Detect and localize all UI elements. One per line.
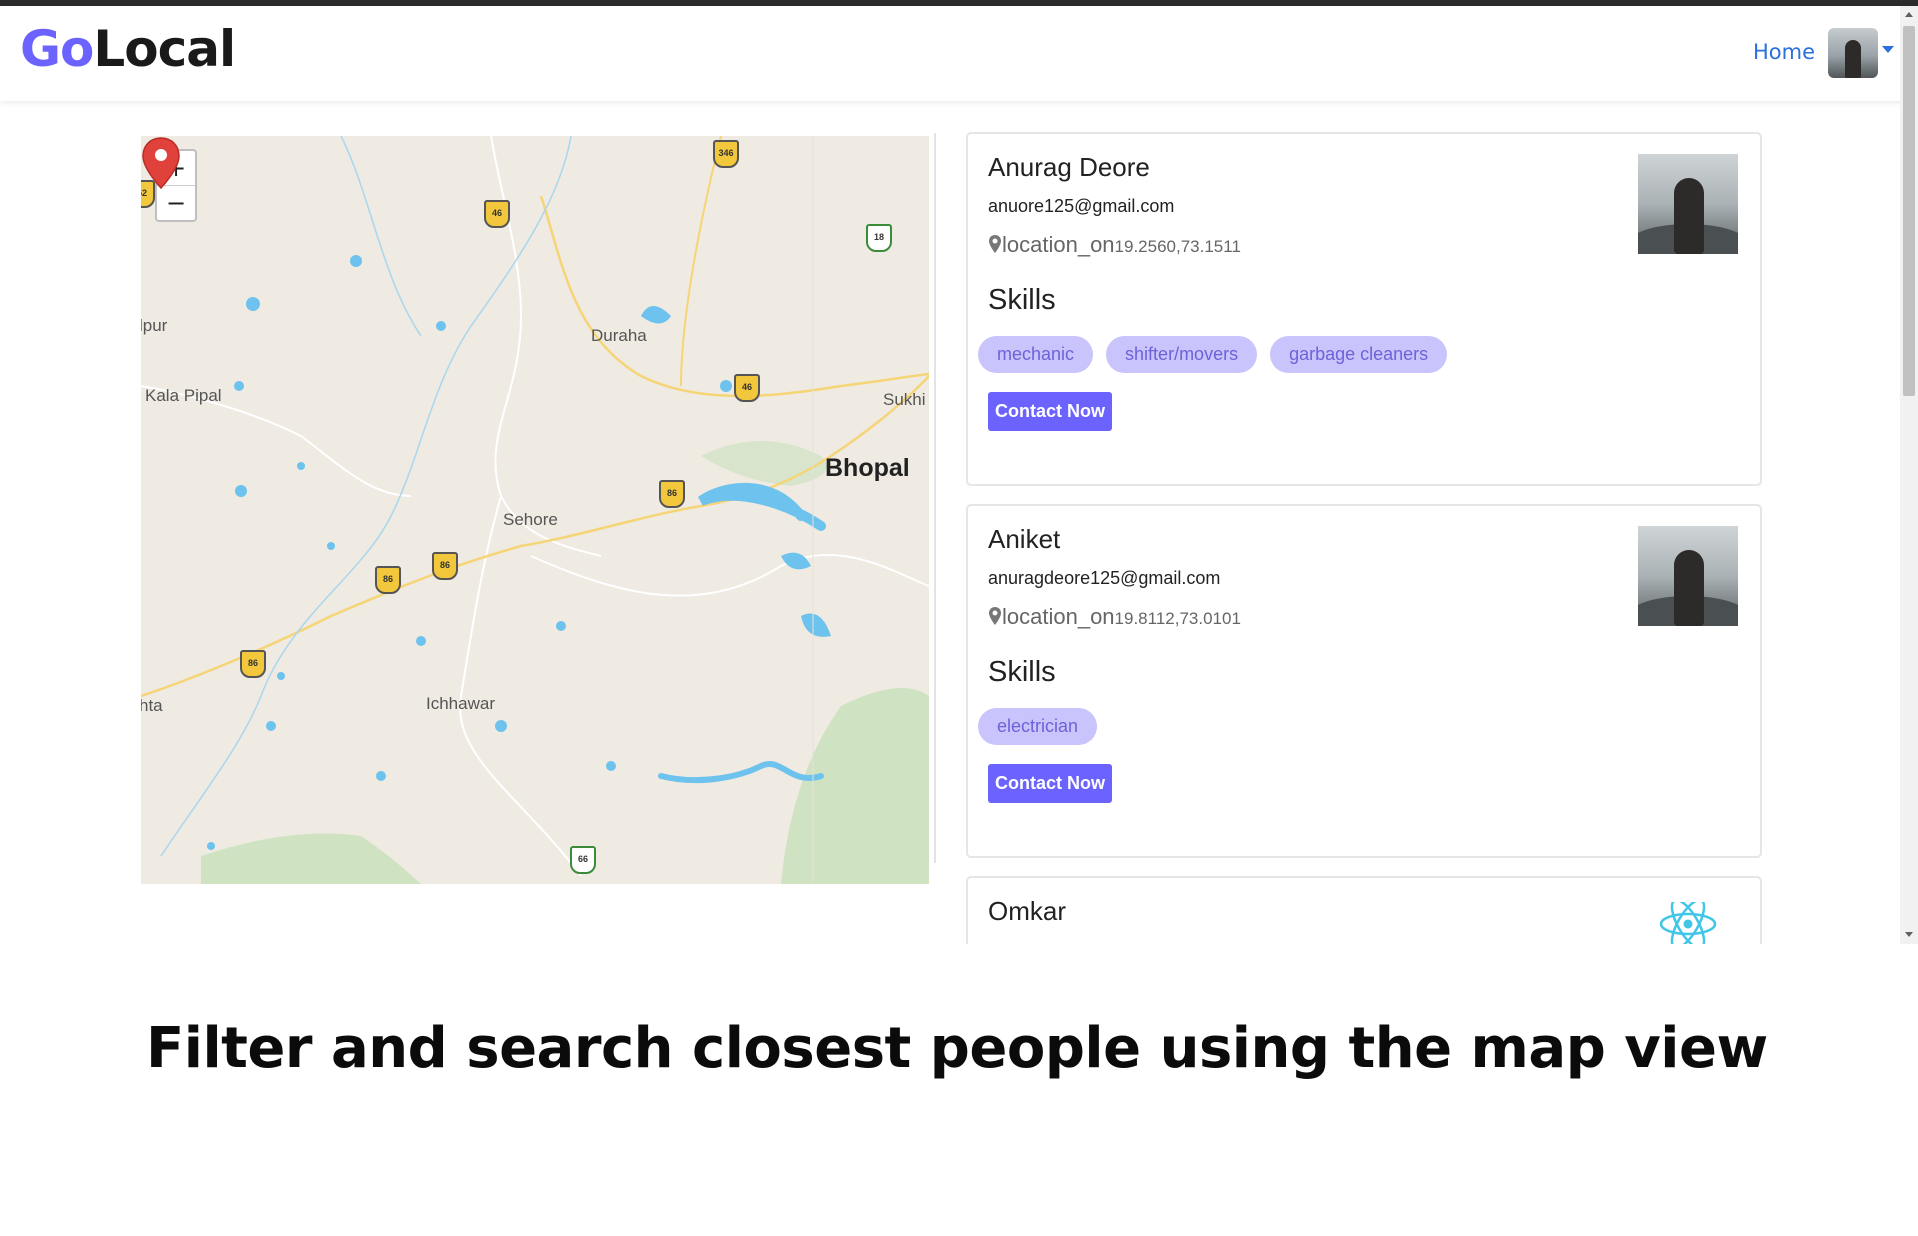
contact-now-button[interactable]: Contact Now xyxy=(988,764,1112,803)
highway-shield-icon: 46 xyxy=(484,200,510,228)
person-card: Anurag Deore anuore125@gmail.com locatio… xyxy=(966,132,1762,486)
person-photo xyxy=(1638,526,1738,626)
highway-shield-icon: 18 xyxy=(866,224,892,252)
location-icon-text: location_on xyxy=(1002,604,1115,629)
highway-shield-icon: 86 xyxy=(659,480,685,508)
highway-shield-icon: 346 xyxy=(713,140,739,168)
map-label-city: Bhopal xyxy=(825,454,910,482)
scroll-down-icon[interactable] xyxy=(1905,932,1913,937)
location-icon xyxy=(989,607,1001,625)
chevron-down-icon[interactable] xyxy=(1882,46,1894,53)
card-clip: Omkar xyxy=(966,876,1762,944)
location-coords: 19.2560,73.1511 xyxy=(1114,237,1241,256)
react-logo-icon xyxy=(1659,902,1717,944)
page-scrollbar[interactable] xyxy=(1900,6,1918,944)
person-name: Anurag Deore xyxy=(988,152,1150,182)
skill-chip[interactable]: electrician xyxy=(978,708,1098,745)
skills-list: mechanic shifter/movers garbage cleaners xyxy=(978,336,1448,373)
map-label: Sukhi xyxy=(883,390,926,409)
map-label: Sehore xyxy=(503,510,558,529)
highway-shield-icon: 86 xyxy=(432,552,458,580)
person-email: anuore125@gmail.com xyxy=(988,196,1175,216)
user-avatar[interactable] xyxy=(1828,28,1878,78)
person-email: anuragdeore125@gmail.com xyxy=(988,568,1221,588)
highway-shield-icon: 86 xyxy=(240,650,266,678)
skills-heading: Skills xyxy=(988,656,1056,688)
nav-home-link[interactable]: Home xyxy=(1753,40,1815,64)
person-card: Aniket anuragdeore125@gmail.com location… xyxy=(966,504,1762,858)
skill-chip[interactable]: shifter/movers xyxy=(1106,336,1258,373)
map-label: hta xyxy=(141,696,163,715)
person-name: Omkar xyxy=(988,896,1066,926)
logo-go: Go xyxy=(20,20,94,78)
scrollbar-thumb[interactable] xyxy=(1903,26,1915,396)
highway-shield-icon: 86 xyxy=(375,566,401,594)
location-icon xyxy=(989,235,1001,253)
location-pin-icon[interactable] xyxy=(141,136,181,190)
skills-list: electrician xyxy=(978,708,1098,745)
map-view[interactable]: + − lpur Kala Pipal Duraha Sukhi Bhopal … xyxy=(141,136,929,884)
page-headline: Filter and search closest people using t… xyxy=(146,1016,1768,1081)
person-location: location_on19.2560,73.1511 xyxy=(988,232,1241,258)
skill-chip[interactable]: garbage cleaners xyxy=(1270,336,1448,373)
location-icon-text: location_on xyxy=(1002,232,1115,257)
map-label: Ichhawar xyxy=(426,694,495,713)
skill-chip[interactable]: mechanic xyxy=(978,336,1094,373)
person-name: Aniket xyxy=(988,524,1061,554)
map-label: Kala Pipal xyxy=(145,386,222,405)
highway-shield-icon: 66 xyxy=(570,846,596,874)
contact-now-button[interactable]: Contact Now xyxy=(988,392,1112,431)
photo-figure xyxy=(1674,550,1704,626)
photo-figure xyxy=(1674,178,1704,254)
map-label: lpur xyxy=(141,316,168,335)
map-divider xyxy=(934,133,936,863)
app-logo[interactable]: GoLocal xyxy=(20,20,236,78)
map-label: Duraha xyxy=(591,326,647,345)
person-photo xyxy=(1638,154,1738,254)
scroll-up-icon[interactable] xyxy=(1905,12,1913,17)
zoom-out-button[interactable]: − xyxy=(157,185,195,220)
person-card: Omkar xyxy=(966,876,1762,944)
avatar-figure xyxy=(1845,40,1861,78)
navbar: GoLocal Home xyxy=(0,6,1918,101)
logo-local: Local xyxy=(93,20,236,78)
person-location: location_on19.8112,73.0101 xyxy=(988,604,1241,630)
skills-heading: Skills xyxy=(988,284,1056,316)
location-coords: 19.8112,73.0101 xyxy=(1114,609,1241,628)
highway-shield-icon: 46 xyxy=(734,374,760,402)
